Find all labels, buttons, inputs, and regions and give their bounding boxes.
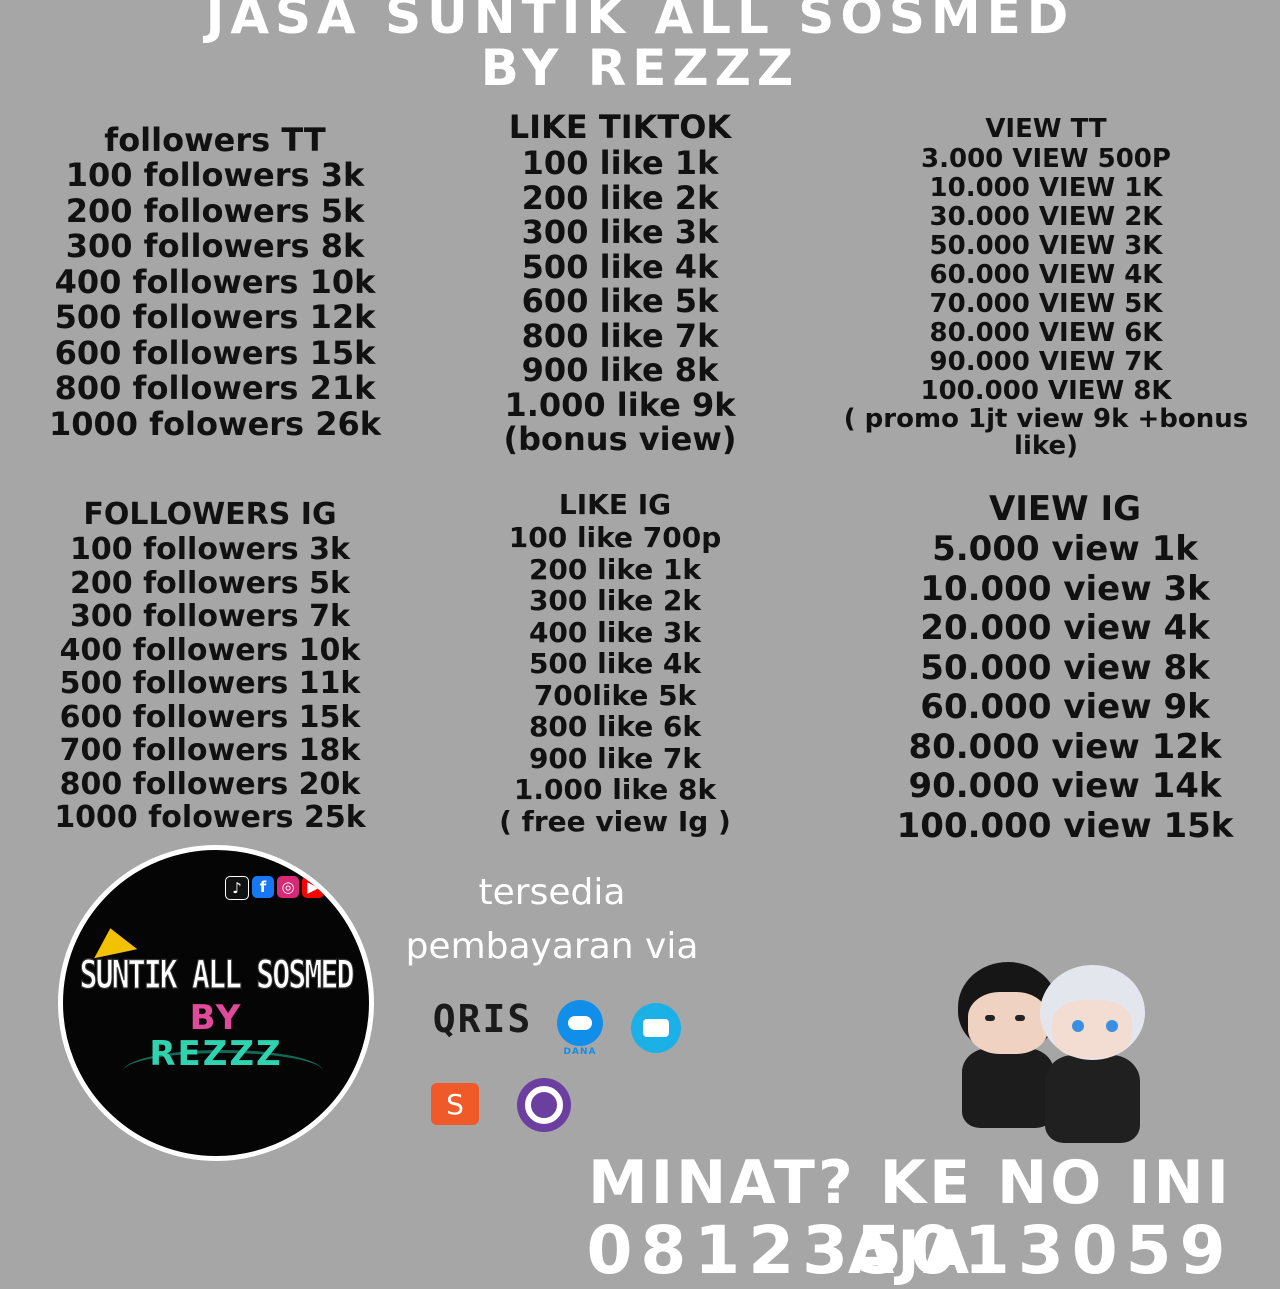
price-row: 300 followers 8k <box>65 227 365 265</box>
price-row: 400 like 3k <box>528 615 702 649</box>
price-row: 700 followers 18k <box>59 733 361 768</box>
figure-dark-hair-face <box>968 992 1048 1054</box>
price-row: 100.000 VIEW 8K <box>920 376 1172 406</box>
payment-text-line1: tersedia <box>478 872 626 913</box>
price-row: 600 like 5k <box>521 282 719 320</box>
price-row: 50.000 VIEW 3K <box>929 231 1163 261</box>
block-heading: FOLLOWERS IG <box>83 497 337 532</box>
block-heading: LIKE TIKTOK <box>508 108 732 146</box>
block-heading: followers TT <box>104 121 326 159</box>
logo-line1: SUNTIK ALL SOSMED <box>79 952 355 999</box>
price-block-like-ig: LIKE IG 100 like 700p 200 like 1k 300 li… <box>470 488 760 837</box>
bonus-note: (bonus view) <box>503 420 737 458</box>
price-row: 90.000 VIEW 7K <box>929 347 1163 377</box>
price-row: 100 like 700p <box>508 521 722 554</box>
promo-poster: { "header": { "line1": "JASA SUNTIK ALL … <box>0 0 1280 1289</box>
price-row: 3.000 VIEW 500P <box>921 144 1171 174</box>
price-row: 800 followers 21k <box>54 369 376 407</box>
price-row: 70.000 VIEW 5K <box>929 289 1163 319</box>
price-row: 60.000 view 9k <box>920 687 1210 727</box>
price-block-followers-ig: FOLLOWERS IG 100 followers 3k 200 follow… <box>10 497 410 835</box>
block-heading: LIKE IG <box>558 488 672 521</box>
price-row: 200 like 1k <box>528 552 702 586</box>
figure-white-hair-face <box>1052 1000 1132 1058</box>
youtube-icon: ▶ <box>302 876 324 898</box>
price-row: 5.000 view 1k <box>932 529 1198 569</box>
ovo-logo-icon <box>517 1078 571 1132</box>
price-block-view-tt: VIEW TT 3.000 VIEW 500P 10.000 VIEW 1K 3… <box>812 113 1280 460</box>
price-row: 500 like 4k <box>521 247 719 286</box>
social-icons: ♪ f ◎ ▶ <box>225 876 324 900</box>
price-row: 300 like 3k <box>521 213 719 251</box>
price-row: 1.000 like 9k <box>504 385 736 424</box>
price-row: 1000 folowers 25k <box>54 800 366 835</box>
price-row: 80.000 view 12k <box>908 726 1222 767</box>
price-row: 900 like 8k <box>521 351 719 389</box>
price-row: 500 followers 12k <box>54 298 376 336</box>
price-row: 800 like 6k <box>528 710 702 743</box>
figure-eye-icon <box>1072 1020 1084 1032</box>
tiktok-icon: ♪ <box>225 876 249 900</box>
price-row: 60.000 VIEW 4K <box>929 260 1163 290</box>
price-row: 80.000 VIEW 6K <box>929 318 1163 348</box>
price-row: 100 like 1k <box>521 144 719 182</box>
figure-eye-icon <box>985 1015 995 1021</box>
logo-line2: BY <box>189 998 243 1038</box>
price-row: 800 followers 20k <box>59 766 361 802</box>
block-heading: VIEW IG <box>988 489 1142 529</box>
price-row: 10.000 view 3k <box>920 568 1210 609</box>
block-heading: VIEW TT <box>985 114 1107 144</box>
dana-logo-icon <box>557 1000 603 1046</box>
facebook-icon: f <box>252 876 274 898</box>
price-row: 300 like 2k <box>528 584 702 617</box>
price-row: 100 followers 3k <box>65 156 365 194</box>
footer-phone-number: 081235013059 <box>586 1212 1234 1289</box>
price-row: 500 like 4k <box>528 647 702 680</box>
figure-dark-hair-body <box>962 1048 1054 1128</box>
header-title-line2: BY REZZZ <box>480 39 800 97</box>
price-row: 400 followers 10k <box>59 632 361 668</box>
price-row: 100.000 view 15k <box>896 805 1234 846</box>
price-row: 600 followers 15k <box>59 699 361 735</box>
price-row: 90.000 view 14k <box>908 766 1222 806</box>
qris-logo-icon: QRIS <box>432 997 533 1041</box>
shopeepay-icon: S <box>431 1083 479 1125</box>
price-row: 800 like 7k <box>521 316 719 355</box>
gopay-wallet-icon <box>631 1003 681 1053</box>
price-row: 200 followers 5k <box>65 191 365 230</box>
figure-eye-icon <box>1106 1020 1118 1032</box>
price-block-followers-tt: followers TT 100 followers 3k 200 follow… <box>10 122 420 442</box>
price-row: 20.000 view 4k <box>920 608 1210 648</box>
payment-text-line2: pembayaran via <box>405 926 699 967</box>
header-title-line1: JASA SUNTIK ALL SOSMED <box>205 0 1075 45</box>
price-row: 300 followers 7k <box>70 599 350 634</box>
price-row: 1000 folowers 26k <box>48 404 382 443</box>
price-row: 600 followers 15k <box>54 333 376 372</box>
figure-eye-icon <box>1015 1015 1025 1021</box>
price-row: 200 followers 5k <box>70 565 350 601</box>
price-row: 10.000 VIEW 1K <box>929 173 1163 203</box>
price-row: 1.000 like 8k <box>513 773 717 806</box>
price-row: 700like 5k <box>533 678 697 712</box>
price-row: 500 followers 11k <box>59 666 361 701</box>
logo-line3: REZZZ <box>149 1034 283 1074</box>
price-row: 50.000 view 8k <box>920 647 1210 688</box>
price-row: 30.000 VIEW 2K <box>929 202 1163 232</box>
price-block-like-tiktok: LIKE TIKTOK 100 like 1k 200 like 2k 300 … <box>470 108 770 457</box>
bonus-note: ( free view Ig ) <box>499 804 731 838</box>
price-row: 200 like 2k <box>521 178 719 217</box>
price-block-view-ig: VIEW IG 5.000 view 1k 10.000 view 3k 20.… <box>855 488 1275 846</box>
dana-label: DANA <box>563 1047 597 1057</box>
price-row: 100 followers 3k <box>70 532 350 567</box>
instagram-icon: ◎ <box>277 876 299 898</box>
price-row: 900 like 7k <box>528 741 702 775</box>
promo-note: ( promo 1jt view 9k +bonus like) <box>843 404 1249 461</box>
brand-logo-badge: ♪ f ◎ ▶ SUNTIK ALL SOSMED BY REZZZ <box>58 845 374 1161</box>
price-row: 400 followers 10k <box>54 262 376 301</box>
figure-white-hair-body <box>1045 1055 1140 1143</box>
